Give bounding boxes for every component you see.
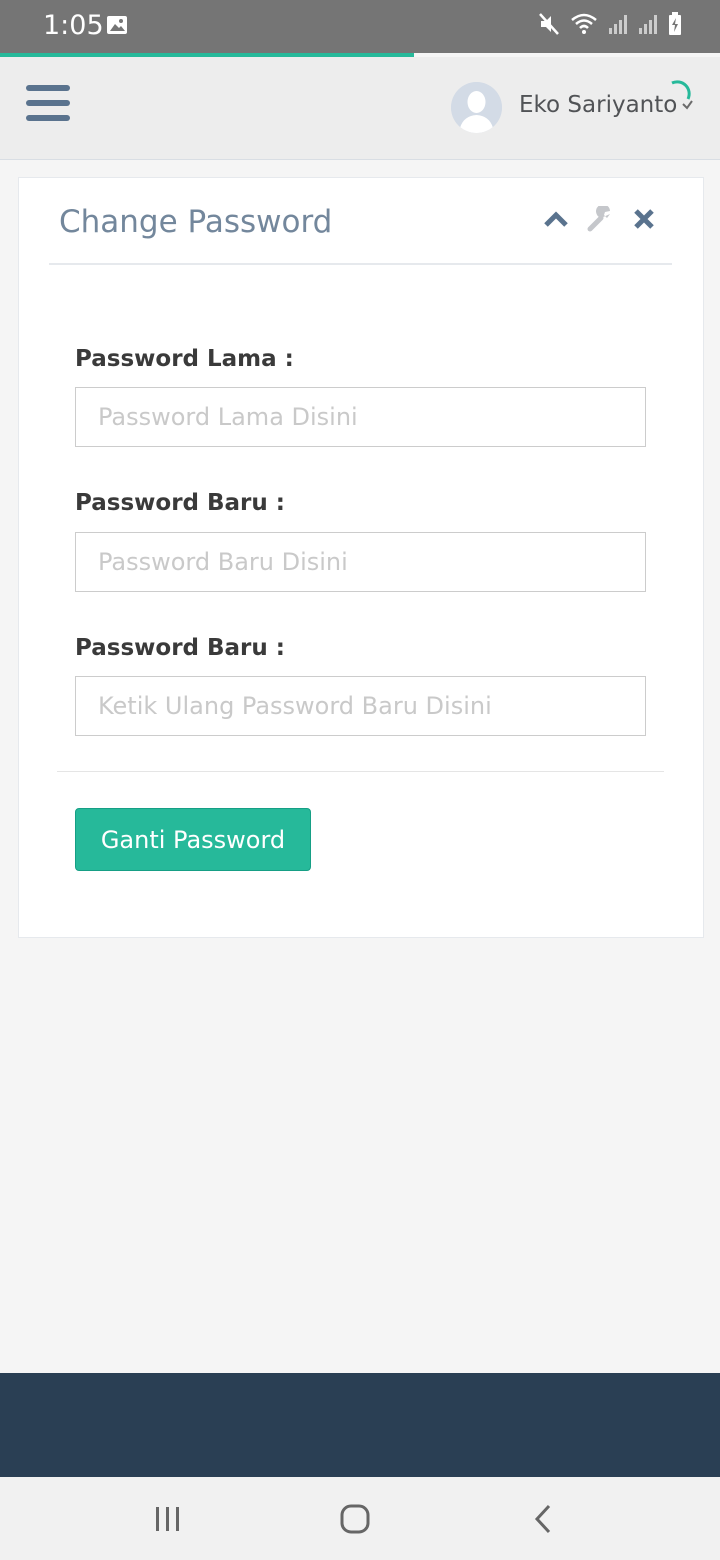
user-name[interactable]: Eko Sariyanto <box>519 92 677 118</box>
wrench-icon[interactable] <box>587 206 613 232</box>
image-icon <box>106 14 128 41</box>
old-password-field[interactable] <box>75 387 646 447</box>
change-password-panel: Change Password Password Lama : Password… <box>18 177 704 938</box>
new-password-label: Password Baru : <box>75 490 285 516</box>
panel-title: Change Password <box>59 204 333 240</box>
new-password-field[interactable] <box>75 532 646 592</box>
title-divider <box>49 263 672 265</box>
close-icon[interactable] <box>631 206 657 232</box>
panel-tools <box>543 206 657 232</box>
old-password-label: Password Lama : <box>75 346 294 372</box>
signal-icon <box>608 13 628 40</box>
status-bar: 1:05 <box>0 0 720 53</box>
battery-charging-icon <box>668 12 682 41</box>
form-divider <box>57 771 664 772</box>
change-password-button[interactable]: Ganti Password <box>75 808 311 871</box>
chevron-up-icon[interactable] <box>543 206 569 232</box>
footer <box>0 1373 720 1477</box>
top-nav: Eko Sariyanto <box>0 57 720 160</box>
back-icon[interactable] <box>526 1501 562 1537</box>
recents-icon[interactable] <box>150 1501 186 1537</box>
signal-icon <box>638 13 658 40</box>
wifi-icon <box>570 12 598 41</box>
loading-spinner-icon <box>666 77 696 118</box>
hamburger-icon[interactable] <box>26 85 70 125</box>
status-time: 1:05 <box>43 10 104 41</box>
android-nav-bar <box>0 1477 720 1560</box>
status-icons <box>538 12 682 41</box>
confirm-password-field[interactable] <box>75 676 646 736</box>
confirm-password-label: Password Baru : <box>75 635 285 661</box>
home-icon[interactable] <box>337 1501 373 1537</box>
avatar[interactable] <box>451 82 502 133</box>
mute-icon <box>538 12 560 41</box>
